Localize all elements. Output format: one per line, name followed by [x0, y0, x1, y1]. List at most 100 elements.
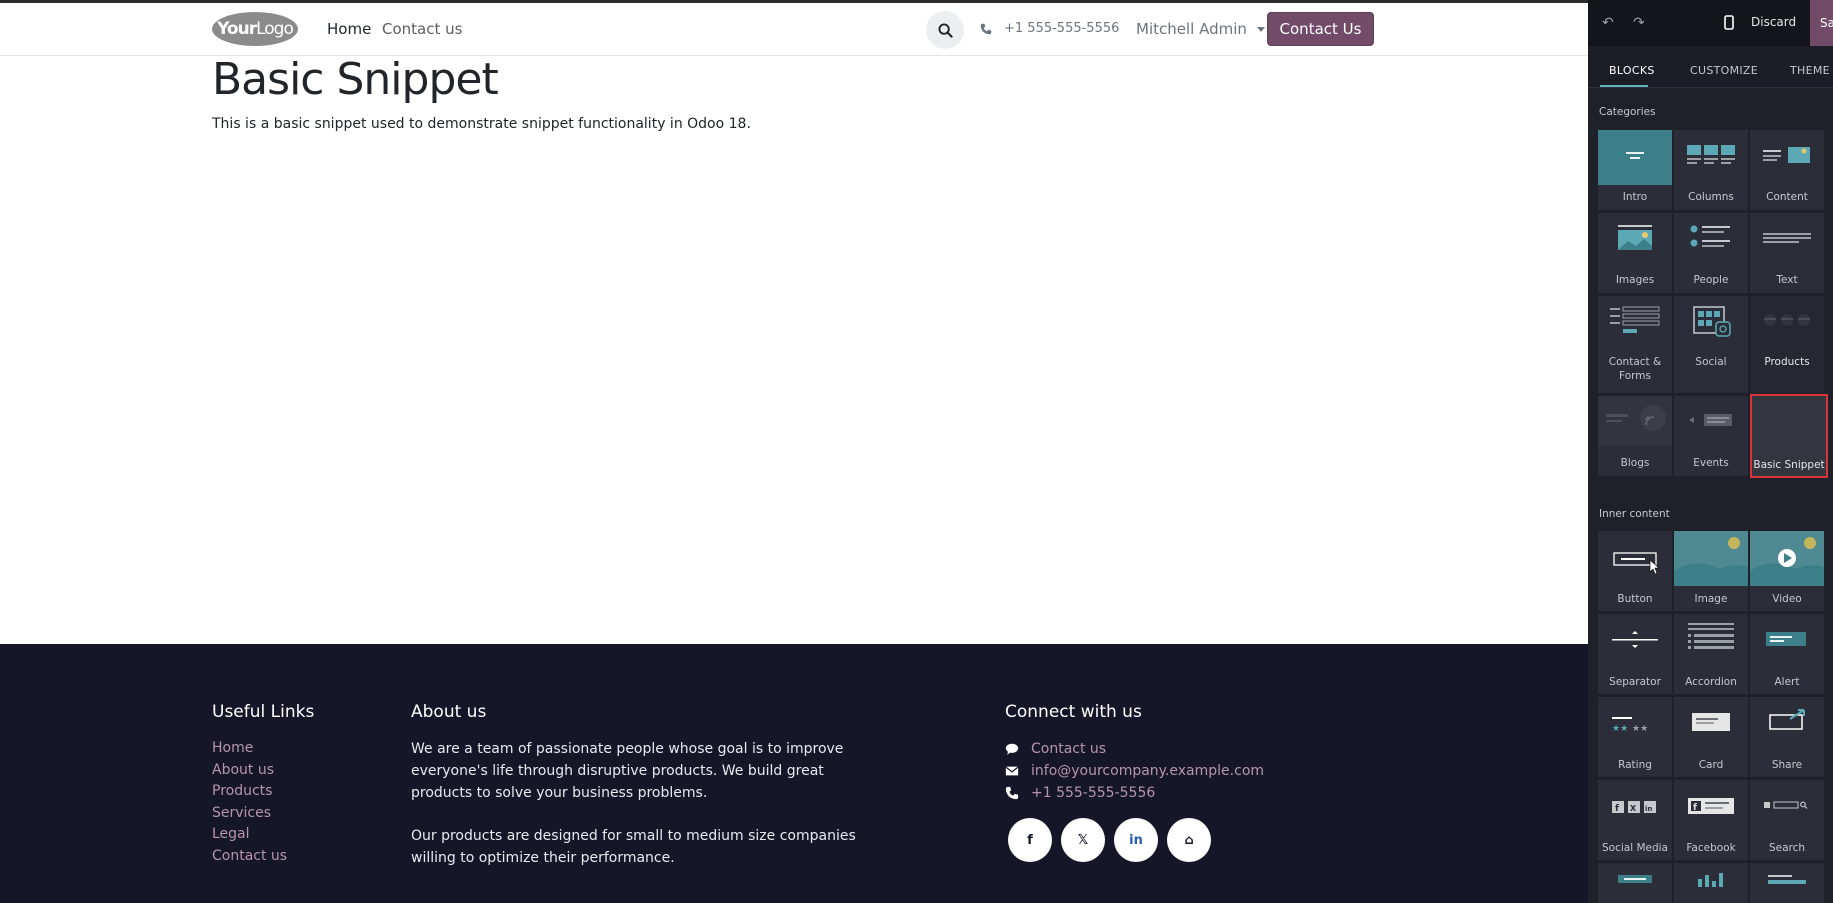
site-header: YourLogo Home Contact us +1 555-555-5556… — [0, 3, 1588, 56]
social-thumbnail — [1693, 306, 1731, 337]
footer-about-p2: Our products are designed for small to m… — [411, 828, 856, 866]
footer-link-home[interactable]: Home — [212, 738, 287, 760]
x-twitter-icon[interactable]: 𝕏 — [1061, 818, 1105, 862]
inner-image[interactable]: Image — [1674, 531, 1748, 611]
blogs-thumbnail — [1598, 396, 1672, 446]
active-tab-indicator — [1600, 85, 1648, 87]
nav-contact-us[interactable]: Contact us — [382, 20, 462, 38]
block-content[interactable]: Content — [1750, 130, 1824, 210]
inner-extra-3[interactable] — [1750, 863, 1824, 903]
facebook-thumbnail: f — [1688, 798, 1734, 814]
separator-thumbnail — [1612, 631, 1658, 648]
footer-phone-link[interactable]: +1 555-555-5556 — [1005, 782, 1264, 804]
categories-title: Categories — [1599, 106, 1656, 118]
footer-link-contact[interactable]: Contact us — [212, 846, 287, 868]
page-text[interactable]: This is a basic snippet used to demonstr… — [212, 116, 751, 132]
block-people[interactable]: People — [1674, 213, 1748, 293]
block-events[interactable]: Events — [1674, 396, 1748, 476]
phone-icon — [980, 23, 992, 34]
text-thumbnail — [1763, 233, 1811, 243]
header-phone[interactable]: +1 555-555-5556 — [980, 21, 1119, 36]
redo-icon[interactable]: ↷ — [1633, 15, 1645, 31]
user-name: Mitchell Admin — [1136, 20, 1247, 38]
block-contact-forms[interactable]: Contact & Forms — [1598, 296, 1672, 393]
svg-text:X: X — [1630, 804, 1637, 813]
inner-social-media[interactable]: f Xin Social Media — [1598, 780, 1672, 860]
inner-accordion[interactable]: Accordion — [1674, 614, 1748, 694]
block-basic-snippet[interactable]: Basic Snippet — [1750, 394, 1828, 478]
footer-useful-links-title: Useful Links — [212, 702, 315, 722]
footer-link-services[interactable]: Services — [212, 803, 287, 825]
inner-extra-1[interactable] — [1598, 863, 1672, 903]
contact-forms-thumbnail — [1610, 306, 1660, 333]
editor-tabs: BLOCKS CUSTOMIZE THEME — [1588, 46, 1833, 88]
inner-search[interactable]: Search — [1750, 780, 1824, 860]
inner-rating[interactable]: ★★ ★★ Rating — [1598, 697, 1672, 777]
inner-alert[interactable]: Alert — [1750, 614, 1824, 694]
block-products[interactable]: Products — [1750, 296, 1824, 393]
save-button[interactable]: Save — [1810, 0, 1833, 46]
block-text[interactable]: Text — [1750, 213, 1824, 293]
block-intro[interactable]: Intro — [1598, 130, 1672, 210]
extra-thumbnail-3 — [1768, 875, 1806, 884]
footer-about-p1: We are a team of passionate people whose… — [411, 741, 844, 801]
inner-video[interactable]: Video — [1750, 531, 1824, 611]
page-title[interactable]: Basic Snippet — [212, 54, 499, 105]
phone-icon — [1005, 786, 1019, 800]
svg-text:f: f — [1615, 804, 1619, 814]
image-thumbnail — [1674, 531, 1748, 586]
intro-thumbnail — [1598, 130, 1672, 185]
inner-separator[interactable]: Separator — [1598, 614, 1672, 694]
site-logo[interactable]: YourLogo — [212, 12, 298, 46]
social-media-thumbnail: f Xin — [1612, 801, 1656, 814]
accordion-thumbnail — [1688, 623, 1734, 649]
events-thumbnail — [1689, 414, 1732, 426]
extra-thumbnail-2 — [1698, 873, 1723, 887]
inner-button[interactable]: Button — [1598, 531, 1672, 611]
envelope-icon — [1005, 766, 1019, 776]
footer-link-legal[interactable]: Legal — [212, 824, 287, 846]
tab-blocks[interactable]: BLOCKS — [1609, 64, 1655, 77]
search-button[interactable] — [926, 11, 964, 49]
products-thumbnail — [1764, 314, 1810, 326]
mobile-preview-icon[interactable] — [1724, 15, 1734, 30]
block-images[interactable]: Images — [1598, 213, 1672, 293]
site-footer: Useful Links Home About us Products Serv… — [0, 644, 1588, 903]
home-icon[interactable]: ⌂ — [1167, 818, 1211, 862]
tab-theme[interactable]: THEME — [1790, 64, 1830, 77]
footer-about-title: About us — [411, 702, 487, 722]
block-blogs[interactable]: Blogs — [1598, 396, 1672, 476]
linkedin-icon[interactable]: in — [1114, 818, 1158, 862]
inner-extra-2[interactable] — [1674, 863, 1748, 903]
contact-us-button[interactable]: Contact Us — [1267, 12, 1374, 46]
inner-share[interactable]: Share — [1750, 697, 1824, 777]
inner-card[interactable]: Card — [1674, 697, 1748, 777]
footer-contact: Contact us info@yourcompany.example.com … — [1005, 738, 1264, 804]
facebook-icon[interactable]: f — [1008, 818, 1052, 862]
footer-email-link[interactable]: info@yourcompany.example.com — [1005, 760, 1264, 782]
editor-toolbar: ↶ ↷ Discard Save — [1588, 0, 1833, 46]
card-thumbnail — [1692, 713, 1730, 731]
alert-thumbnail — [1766, 632, 1806, 646]
footer-link-products[interactable]: Products — [212, 781, 287, 803]
footer-link-about[interactable]: About us — [212, 760, 287, 782]
footer-about-text: We are a team of passionate people whose… — [411, 738, 881, 869]
user-menu[interactable]: Mitchell Admin — [1136, 20, 1265, 38]
button-thumbnail — [1613, 552, 1660, 575]
inner-facebook[interactable]: f Facebook — [1674, 780, 1748, 860]
inner-content-title: Inner content — [1599, 508, 1670, 520]
footer-links: Home About us Products Services Legal Co… — [212, 738, 287, 868]
block-columns[interactable]: Columns — [1674, 130, 1748, 210]
share-thumbnail — [1769, 709, 1805, 730]
footer-contact-link[interactable]: Contact us — [1005, 738, 1264, 760]
svg-text:f: f — [1693, 803, 1697, 813]
svg-text:★★: ★★ — [1632, 724, 1648, 734]
discard-button[interactable]: Discard — [1751, 15, 1796, 29]
footer-socials: f 𝕏 in ⌂ — [1008, 818, 1211, 862]
nav-home[interactable]: Home — [327, 20, 371, 38]
website-preview: YourLogo Home Contact us +1 555-555-5556… — [0, 0, 1588, 903]
tab-customize[interactable]: CUSTOMIZE — [1690, 64, 1758, 77]
svg-text:★★: ★★ — [1612, 724, 1628, 734]
undo-icon[interactable]: ↶ — [1602, 15, 1614, 31]
block-social[interactable]: Social — [1674, 296, 1748, 393]
